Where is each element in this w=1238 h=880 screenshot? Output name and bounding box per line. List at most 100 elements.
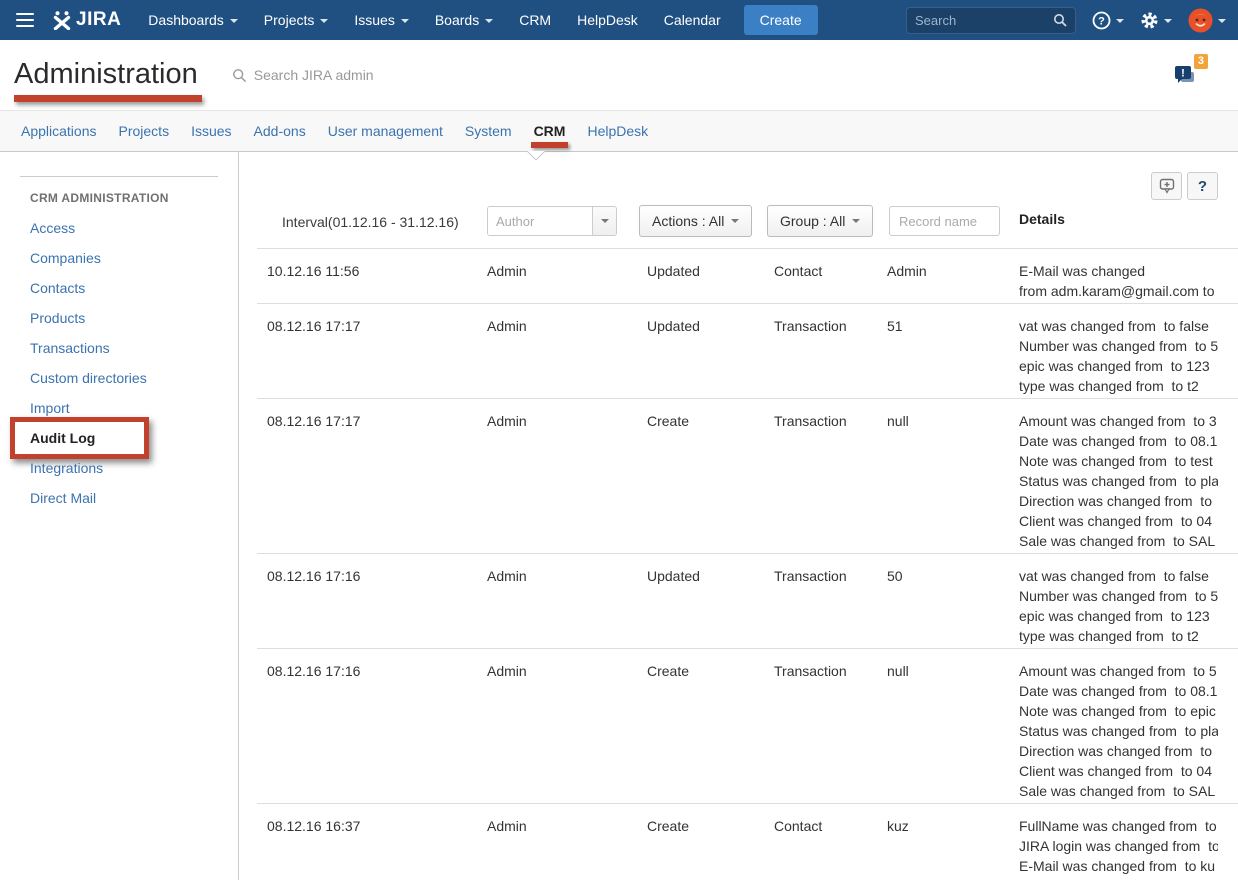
gear-icon [1140, 11, 1159, 30]
annotation-underline-administration [14, 95, 202, 102]
cell-record: null [887, 661, 1019, 801]
user-avatar [1188, 8, 1213, 33]
notification-badge: 3 [1194, 54, 1208, 69]
sidebar-heading: CRM ADMINISTRATION [30, 191, 238, 205]
sidebar-item-integrations[interactable]: Integrations [0, 453, 238, 483]
cell-date: 08.12.16 17:16 [267, 566, 487, 646]
cell-action: Updated [647, 261, 774, 301]
admin-search-input[interactable] [254, 67, 454, 83]
cell-details: Amount was changed from to 3 Date was ch… [1019, 411, 1218, 551]
cell-author: Admin [487, 261, 647, 301]
help-menu[interactable]: ? [1092, 11, 1124, 30]
admin-settings-menu[interactable] [1140, 11, 1172, 30]
admin-search[interactable] [232, 67, 454, 83]
cell-group: Contact [774, 261, 887, 301]
nav-dashboards[interactable]: Dashboards [135, 0, 251, 40]
record-name-filter-input[interactable] [889, 206, 1000, 236]
cell-group: Transaction [774, 411, 887, 551]
page-title: Administration [14, 58, 198, 93]
cell-group: Contact [774, 816, 887, 880]
actions-filter-dropdown[interactable]: Actions : All [639, 205, 752, 237]
cell-record: kuz [887, 816, 1019, 880]
cell-details: vat was changed from to false Number was… [1019, 566, 1218, 646]
sidebar-item-audit-log[interactable]: Audit Log [0, 423, 238, 453]
annotation-underline-crm [531, 142, 569, 148]
tab-issues[interactable]: Issues [180, 123, 242, 139]
table-row: 10.12.16 11:56 Admin Updated Contact Adm… [257, 248, 1238, 303]
author-filter[interactable] [487, 206, 617, 236]
cell-date: 08.12.16 17:17 [267, 411, 487, 551]
help-icon: ? [1092, 11, 1111, 30]
caret-down-icon [230, 19, 238, 23]
tab-helpdesk[interactable]: HelpDesk [576, 123, 659, 139]
user-profile-menu[interactable] [1188, 8, 1226, 33]
cell-group: Transaction [774, 566, 887, 646]
caret-down-icon [1218, 19, 1226, 23]
help-button[interactable]: ? [1187, 172, 1218, 200]
cell-action: Updated [647, 316, 774, 396]
tab-projects[interactable]: Projects [108, 123, 181, 139]
jira-logo-icon [52, 10, 72, 30]
cell-author: Admin [487, 411, 647, 551]
tab-applications[interactable]: Applications [10, 123, 108, 139]
caret-down-icon [1164, 19, 1172, 23]
crm-admin-sidebar: CRM ADMINISTRATION Access Companies Cont… [0, 152, 239, 880]
sidebar-item-import[interactable]: Import [0, 393, 238, 423]
table-row: 08.12.16 17:16 Admin Create Transaction … [257, 648, 1238, 803]
cell-author: Admin [487, 566, 647, 646]
tab-user-management[interactable]: User management [317, 123, 454, 139]
top-navigation-bar: JIRA Dashboards Projects Issues Boards C… [0, 0, 1238, 40]
caret-down-icon [601, 219, 609, 223]
cell-record: Admin [887, 261, 1019, 301]
cell-author: Admin [487, 816, 647, 880]
search-icon [1053, 13, 1067, 27]
create-button[interactable]: Create [744, 5, 818, 35]
cell-record: 50 [887, 566, 1019, 646]
nav-issues[interactable]: Issues [341, 0, 421, 40]
sidebar-item-companies[interactable]: Companies [0, 243, 238, 273]
nav-crm[interactable]: CRM [506, 0, 564, 40]
tab-crm[interactable]: CRM [523, 123, 577, 139]
audit-log-panel: ? Interval(01.12.16 - 31.12.16) Actions … [239, 152, 1238, 880]
admin-tab-bar: Applications Projects Issues Add-ons Use… [0, 110, 1238, 152]
group-filter-dropdown[interactable]: Group : All [767, 205, 873, 237]
author-filter-dropdown-button[interactable] [592, 207, 616, 235]
cell-record: null [887, 411, 1019, 551]
nav-projects[interactable]: Projects [251, 0, 342, 40]
cell-author: Admin [487, 661, 647, 801]
tab-add-ons[interactable]: Add-ons [243, 123, 317, 139]
nav-boards[interactable]: Boards [422, 0, 506, 40]
global-search-input[interactable] [915, 13, 1053, 28]
nav-helpdesk[interactable]: HelpDesk [564, 0, 651, 40]
nav-calendar[interactable]: Calendar [651, 0, 734, 40]
sidebar-item-custom-directories[interactable]: Custom directories [0, 363, 238, 393]
cell-date: 08.12.16 17:17 [267, 316, 487, 396]
cell-record: 51 [887, 316, 1019, 396]
search-icon [232, 68, 247, 83]
table-row: 08.12.16 16:37 Admin Create Contact kuz … [257, 803, 1238, 880]
global-search[interactable] [906, 7, 1076, 34]
sidebar-item-transactions[interactable]: Transactions [0, 333, 238, 363]
cell-details: FullName was changed from to JIRA login … [1019, 816, 1218, 880]
table-row: 08.12.16 17:17 Admin Create Transaction … [257, 398, 1238, 553]
cell-date: 08.12.16 17:16 [267, 661, 487, 801]
sidebar-item-access[interactable]: Access [0, 213, 238, 243]
jira-logo[interactable]: JIRA [52, 9, 121, 31]
feedback-button[interactable] [1151, 172, 1182, 200]
author-filter-input[interactable] [488, 207, 592, 235]
cell-action: Create [647, 661, 774, 801]
sidebar-item-direct-mail[interactable]: Direct Mail [0, 483, 238, 513]
svg-text:!: ! [1181, 68, 1185, 80]
hamburger-menu-icon[interactable] [16, 13, 34, 27]
notifications-button[interactable]: ! 3 [1172, 61, 1200, 89]
sidebar-item-products[interactable]: Products [0, 303, 238, 333]
audit-log-table: 10.12.16 11:56 Admin Updated Contact Adm… [257, 248, 1238, 880]
tab-system[interactable]: System [454, 123, 523, 139]
feedback-bubble-icon [1159, 178, 1175, 194]
table-row: 08.12.16 17:16 Admin Updated Transaction… [257, 553, 1238, 648]
cell-details: Amount was changed from to 5 Date was ch… [1019, 661, 1218, 801]
details-column-header: Details [1019, 211, 1065, 227]
jira-logo-text: JIRA [76, 9, 121, 31]
sidebar-item-contacts[interactable]: Contacts [0, 273, 238, 303]
caret-down-icon [401, 19, 409, 23]
